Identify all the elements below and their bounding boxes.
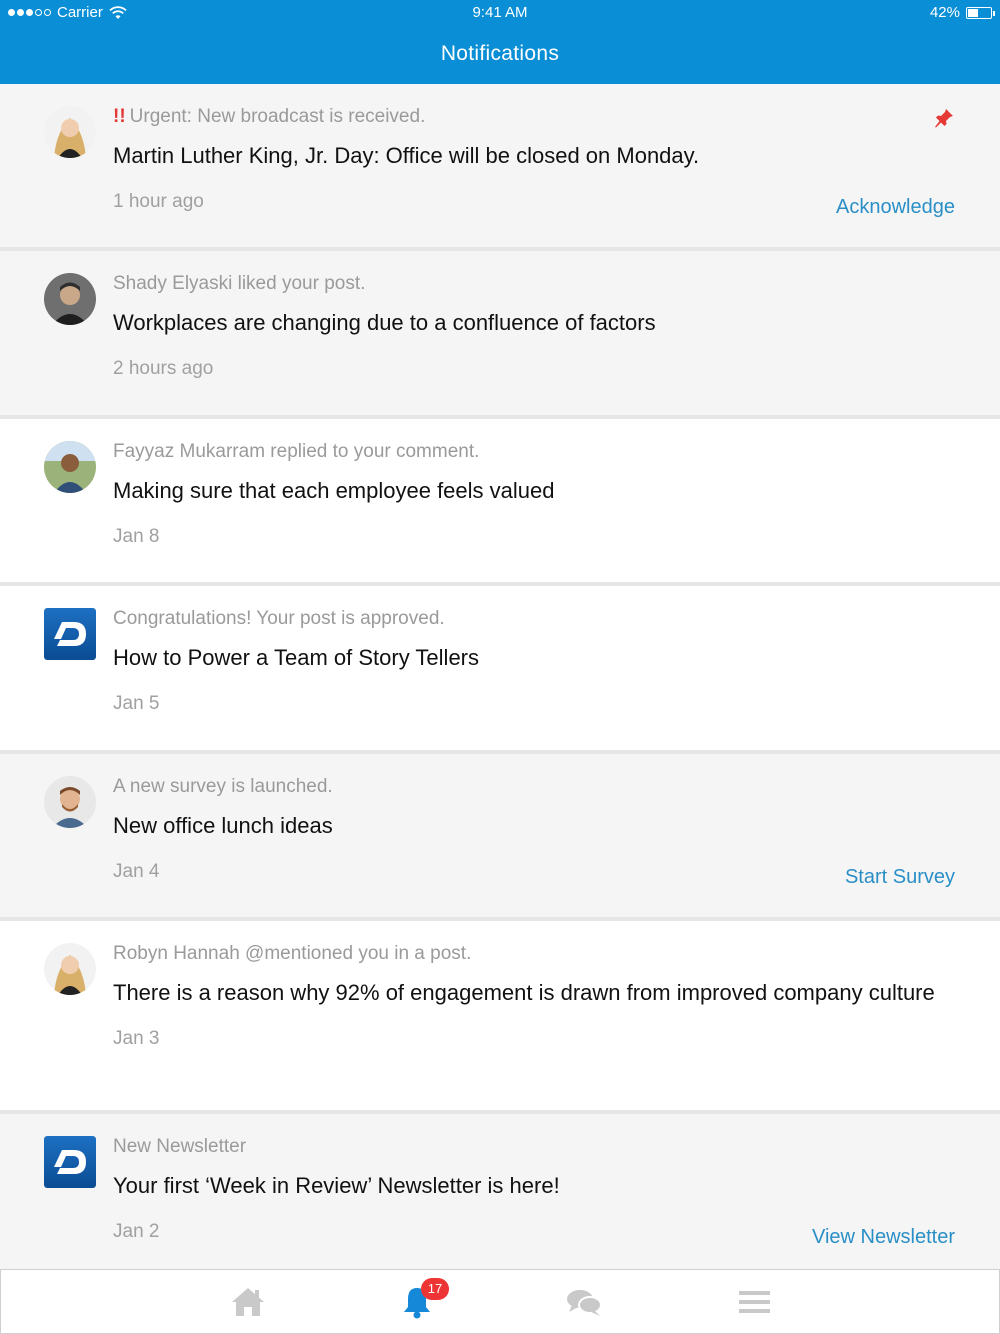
battery-icon: [966, 6, 995, 19]
notification-time: Jan 4: [113, 861, 160, 882]
notification-item[interactable]: Congratulations! Your post is approved. …: [0, 586, 1000, 754]
home-icon: [232, 1288, 264, 1316]
notification-title: Martin Luther King, Jr. Day: Office will…: [113, 143, 700, 168]
avatar: [44, 441, 96, 493]
notification-content: !! Urgent: New broadcast is received. Mar…: [113, 106, 955, 213]
notification-content: A new survey is launched. New office lun…: [113, 776, 955, 883]
app-logo-icon: [44, 608, 96, 660]
notification-list: !! Urgent: New broadcast is received. Mar…: [0, 84, 1000, 1269]
notification-content: Shady Elyaski liked your post. Workplace…: [113, 273, 955, 380]
notification-item[interactable]: Fayyaz Mukarram replied to your comment.…: [0, 419, 1000, 586]
tab-home[interactable]: [228, 1284, 268, 1320]
tab-bar: 17: [0, 1269, 1000, 1334]
notification-count-badge: 17: [421, 1278, 449, 1300]
notification-meta: Shady Elyaski liked your post.: [113, 273, 366, 294]
clock: 9:41 AM: [472, 4, 528, 21]
avatar: [44, 776, 96, 828]
notification-meta: Robyn Hannah @mentioned you in a post.: [113, 943, 472, 964]
app-logo-icon: [44, 1136, 96, 1188]
notification-meta: Congratulations! Your post is approved.: [113, 608, 445, 629]
notification-time: Jan 8: [113, 526, 160, 547]
notification-item[interactable]: Shady Elyaski liked your post. Workplace…: [0, 251, 1000, 419]
notification-title: How to Power a Team of Story Tellers: [113, 645, 480, 670]
pin-icon: [935, 109, 953, 128]
battery-percent: 42%: [929, 4, 960, 21]
notification-content: Fayyaz Mukarram replied to your comment.…: [113, 441, 955, 548]
status-right: 42%: [929, 4, 995, 21]
notification-item[interactable]: A new survey is launched. New office lun…: [0, 754, 1000, 921]
avatar: [44, 943, 96, 995]
tab-messages[interactable]: [564, 1284, 604, 1320]
notification-item[interactable]: !! Urgent: New broadcast is received. Mar…: [0, 84, 1000, 251]
tab-menu[interactable]: [734, 1284, 774, 1320]
notification-item[interactable]: New Newsletter Your first ‘Week in Revie…: [0, 1114, 1000, 1269]
avatar: [44, 106, 96, 158]
notification-meta: Fayyaz Mukarram replied to your comment.: [113, 441, 480, 462]
notification-meta: New Newsletter: [113, 1136, 247, 1157]
notification-title: Workplaces are changing due to a conflue…: [113, 310, 656, 335]
notification-title: Making sure that each employee feels val…: [113, 478, 555, 503]
notification-time: 1 hour ago: [113, 191, 204, 212]
notification-meta: A new survey is launched.: [113, 776, 333, 797]
chat-icon: [567, 1290, 602, 1316]
acknowledge-button[interactable]: Acknowledge: [836, 196, 955, 219]
notification-title: Your first ‘Week in Review’ Newsletter i…: [113, 1173, 560, 1198]
top-bar: Carrier 9:41 AM 42% Notifications: [0, 0, 1000, 84]
notification-time: 2 hours ago: [113, 358, 214, 379]
notification-content: Congratulations! Your post is approved. …: [113, 608, 955, 715]
notification-time: Jan 3: [113, 1028, 160, 1049]
notification-time: Jan 5: [113, 693, 160, 714]
notification-title: New office lunch ideas: [113, 813, 333, 838]
tab-notifications[interactable]: 17: [397, 1278, 449, 1320]
page-title: Notifications: [440, 42, 560, 65]
start-survey-button[interactable]: Start Survey: [845, 866, 955, 889]
menu-icon: [739, 1291, 770, 1313]
urgent-mark: !!: [113, 106, 126, 127]
notifications-screen: Carrier 9:41 AM 42% Notifications !! Urg…: [0, 0, 1000, 1334]
avatar: [44, 273, 96, 325]
notification-title: There is a reason why 92% of engagement …: [113, 980, 935, 1005]
status-bar: Carrier 9:41 AM 42%: [0, 0, 1000, 26]
view-newsletter-button[interactable]: View Newsletter: [812, 1226, 955, 1249]
notification-content: Robyn Hannah @mentioned you in a post. T…: [113, 943, 955, 1050]
notification-meta: !! Urgent: New broadcast is received.: [113, 106, 426, 127]
notification-item[interactable]: Robyn Hannah @mentioned you in a post. T…: [0, 921, 1000, 1114]
